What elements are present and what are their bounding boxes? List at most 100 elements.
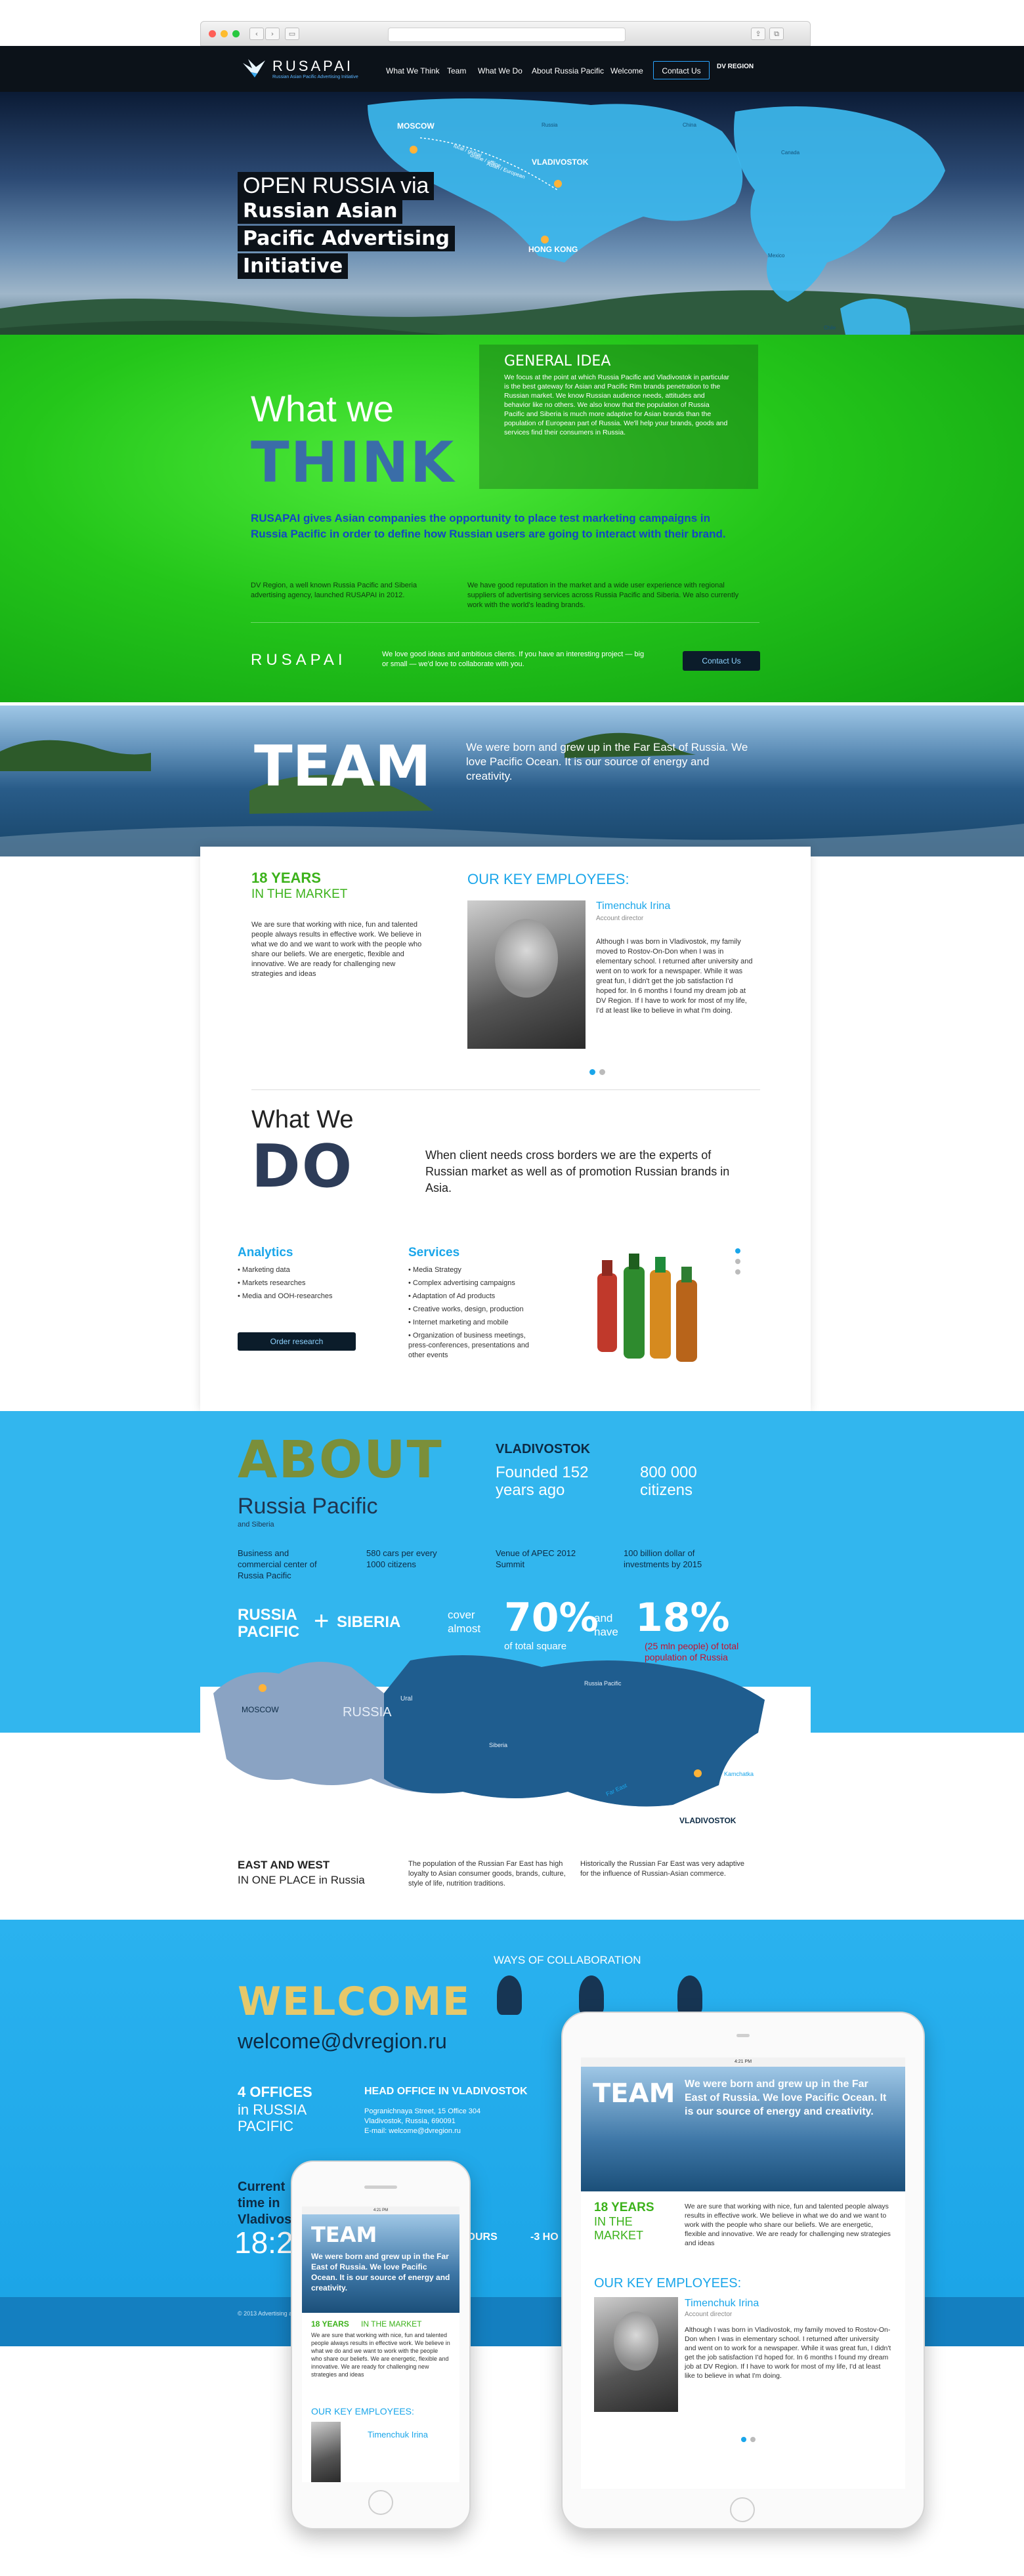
- fact-4: 100 billion dollar of investments by 201…: [624, 1548, 702, 1569]
- tablet-years-title: 18 YEARS: [594, 2201, 654, 2214]
- tablet-employee-photo: [594, 2297, 678, 2412]
- tablet-key-employees: OUR KEY EMPLOYEES:: [594, 2276, 742, 2291]
- fact-3: Venue of APEC 2012 Summit: [496, 1548, 576, 1569]
- nav-team[interactable]: Team: [447, 66, 466, 75]
- nav-welcome[interactable]: Welcome: [610, 66, 643, 75]
- partner-logo[interactable]: DV REGION: [717, 63, 754, 70]
- map-label-russia: Russia: [542, 122, 558, 128]
- services-item-label: Media Strategy: [412, 1266, 461, 1274]
- phone-team-title: TEAM: [311, 2222, 377, 2247]
- map-russia: RUSSIA: [343, 1705, 392, 1720]
- east-west-line2: IN ONE PLACE in Russia: [238, 1874, 365, 1886]
- forward-icon[interactable]: ›: [265, 28, 280, 40]
- tablet-years-sub: IN THE MARKET: [594, 2215, 644, 2242]
- analytics-item-label: Markets researches: [242, 1279, 306, 1287]
- band-contact-button[interactable]: Contact Us: [683, 651, 760, 671]
- general-idea-text: We focus at the point at which Russia Pa…: [504, 373, 729, 436]
- product-bottles-image: [591, 1240, 722, 1372]
- map-label-mexico: Mexico: [768, 253, 785, 259]
- years-title: 18 YEARS: [251, 870, 321, 886]
- tablet-team-title: TEAM: [593, 2079, 675, 2109]
- order-research-button[interactable]: Order research: [238, 1332, 356, 1351]
- nav-what-we-do[interactable]: What We Do: [478, 66, 523, 75]
- analytics-item-label: Media and OOH-researches: [242, 1292, 333, 1300]
- tablet-carousel-dot-1[interactable]: [741, 2437, 746, 2442]
- employee-role: Account director: [596, 915, 644, 922]
- logo-bird-icon: [242, 56, 267, 79]
- services-item-label: Internet marketing and mobile: [412, 1319, 509, 1326]
- phone-device: 4:21 PM TEAM We were born and grew up in…: [291, 2161, 471, 2529]
- back-icon[interactable]: ‹: [249, 28, 264, 40]
- services-item-label: Complex advertising campaigns: [412, 1279, 515, 1287]
- matryoshka-icon: [497, 1975, 522, 2015]
- city-hong-kong: HONG KONG: [528, 245, 578, 254]
- think-col2: We have good reputation in the market an…: [467, 581, 739, 609]
- services-item-2: • Complex advertising campaigns: [408, 1279, 515, 1287]
- employee-photo: [467, 900, 586, 1049]
- share-icon[interactable]: ⇪: [751, 28, 765, 40]
- map-russia-pacific: Russia Pacific: [584, 1680, 622, 1687]
- sidebar-icon[interactable]: ▭: [285, 28, 299, 40]
- tablet-employee-role: Account director: [685, 2311, 733, 2318]
- hours-offset-label: -3 HO: [530, 2231, 559, 2243]
- offices-count: 4 OFFICES: [238, 2084, 312, 2100]
- tablet-camera: [736, 2034, 750, 2037]
- slider-dot-2[interactable]: [735, 1259, 740, 1264]
- services-item-label: Adaptation of Ad products: [412, 1292, 496, 1300]
- tablet-home-button[interactable]: [730, 2497, 755, 2522]
- band-logo: RUSAPAI: [251, 651, 347, 669]
- logo-text[interactable]: RUSAPAI: [272, 58, 353, 75]
- page: ‹ › ▭ ⇪ ⧉ RUSAPAI Russian Asian Pacific …: [0, 0, 1024, 2576]
- phone-home-button[interactable]: [368, 2490, 393, 2515]
- about-subtitle: Russia Pacific: [238, 1494, 378, 1519]
- think-lead: RUSAPAI gives Asian companies the opport…: [251, 512, 726, 540]
- minimize-window-icon[interactable]: [221, 30, 228, 37]
- band-text: We love good ideas and ambitious clients…: [382, 650, 645, 668]
- tablet-carousel-dot-2[interactable]: [750, 2437, 756, 2442]
- head-office-email[interactable]: E-mail: welcome@dvregion.ru: [364, 2126, 461, 2136]
- do-title: DO: [251, 1132, 354, 1201]
- general-idea-title: GENERAL IDEA: [504, 353, 611, 370]
- hero-title-line4: Initiative: [238, 253, 349, 279]
- city-vladivostok: VLADIVOSTOK: [532, 158, 589, 167]
- maximize-window-icon[interactable]: [232, 30, 240, 37]
- head-office-address-1: Pogranichnaya Street, 15 Office 304: [364, 2107, 481, 2115]
- about-subsubtitle: and Siberia: [238, 1521, 274, 1529]
- map-moscow: MOSCOW: [242, 1705, 279, 1714]
- services-item-label: Organization of business meetings, press…: [408, 1332, 530, 1359]
- city-moscow: MOSCOW: [397, 121, 435, 131]
- welcome-email[interactable]: welcome@dvregion.ru: [238, 2029, 447, 2054]
- team-title: TEAM: [254, 734, 431, 799]
- tablet-employee-bio: Although I was born in Vladivostok, my f…: [685, 2326, 891, 2380]
- carousel-dot-2[interactable]: [599, 1069, 605, 1075]
- matryoshka-icon: [579, 1975, 604, 2015]
- carousel-dot-1[interactable]: [589, 1069, 595, 1075]
- phone-years-sub: IN THE MARKET: [361, 2319, 422, 2329]
- welcome-title: WELCOME: [238, 1979, 471, 2025]
- employee-bio: Although I was born in Vladivostok, my f…: [596, 938, 753, 1015]
- slider-dot-1[interactable]: [735, 1248, 740, 1254]
- header-contact-button[interactable]: Contact Us: [653, 61, 710, 79]
- nav-what-we-think[interactable]: What We Think: [386, 66, 440, 75]
- about-title: ABOUT: [238, 1431, 443, 1490]
- vladivostok-title: VLADIVOSTOK: [496, 1442, 591, 1456]
- think-what-we: What we: [251, 388, 394, 429]
- phone-speaker: [364, 2185, 397, 2189]
- east-west-line1: EAST AND WEST: [238, 1859, 330, 1871]
- divider: [251, 1089, 760, 1090]
- analytics-item-3: • Media and OOH-researches: [238, 1292, 333, 1300]
- fact-2: 580 cars per every 1000 citizens: [366, 1548, 437, 1569]
- slider-dot-3[interactable]: [735, 1269, 740, 1275]
- analytics-title: Analytics: [238, 1246, 293, 1259]
- phone-employee-name: Timenchuk Irina: [368, 2430, 428, 2439]
- nav-about-russia-pacific[interactable]: About Russia Pacific: [532, 66, 604, 75]
- analytics-item-2: • Markets researches: [238, 1279, 306, 1287]
- matryoshka-icon: [677, 1975, 702, 2015]
- tabs-icon[interactable]: ⧉: [769, 28, 784, 40]
- east-west-col2: Historically the Russian Far East was ve…: [580, 1860, 745, 1878]
- address-bar[interactable]: [388, 28, 626, 42]
- services-item-4: • Creative works, design, production: [408, 1305, 524, 1313]
- hero-title-line2: Russian Asian: [238, 198, 403, 224]
- close-window-icon[interactable]: [209, 30, 216, 37]
- services-title: Services: [408, 1246, 460, 1259]
